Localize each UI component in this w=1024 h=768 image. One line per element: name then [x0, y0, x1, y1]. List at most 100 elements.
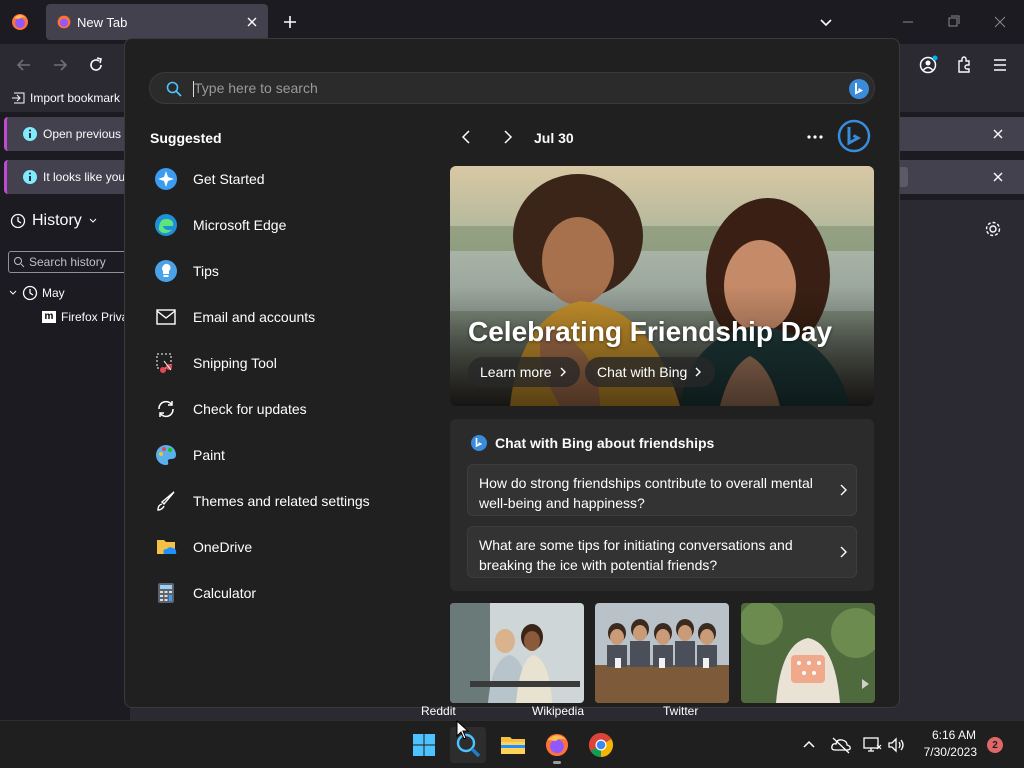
minimize-button[interactable] — [898, 12, 918, 32]
account-icon[interactable] — [918, 55, 938, 75]
start-button[interactable] — [406, 727, 442, 763]
firefox-icon[interactable] — [10, 12, 30, 32]
thumbnail-caption: Reddit — [421, 704, 456, 718]
suggested-item-label: Check for updates — [193, 401, 307, 417]
onedrive-icon — [153, 534, 179, 560]
firefox-taskbar-button[interactable] — [539, 727, 575, 763]
history-sidebar: History Search history May m Firefox Pri… — [0, 200, 130, 720]
suggested-item-label: Snipping Tool — [193, 355, 277, 371]
scroll-right-icon[interactable] — [858, 677, 872, 691]
hamburger-menu-icon[interactable] — [990, 55, 1010, 75]
hero-title: Celebrating Friendship Day — [468, 316, 833, 347]
clock-time[interactable]: 6:16 AM — [920, 728, 976, 742]
snipping-tool-icon — [153, 350, 179, 376]
chevron-up-icon[interactable] — [800, 736, 818, 754]
suggested-item-tips[interactable]: Tips — [153, 252, 413, 290]
chat-with-bing-label: Chat with Bing — [597, 364, 688, 380]
history-group-may[interactable]: May — [8, 285, 65, 301]
question-text: How do strong friendships contribute to … — [479, 475, 813, 511]
suggested-item-themes-and-related-settings[interactable]: Themes and related settings — [153, 482, 413, 520]
more-options-icon[interactable] — [805, 128, 825, 146]
suggested-item-label: Microsoft Edge — [193, 217, 287, 233]
learn-more-button[interactable]: Learn more — [468, 357, 580, 387]
maximize-button[interactable] — [944, 12, 964, 32]
reload-icon[interactable] — [86, 55, 106, 75]
info-icon — [22, 126, 38, 142]
friendship-thumbnail-2[interactable] — [595, 603, 729, 703]
chat-card-title: Chat with Bing about friendships — [495, 435, 715, 451]
suggested-item-paint[interactable]: Paint — [153, 436, 413, 474]
suggested-item-get-started[interactable]: Get Started — [153, 160, 413, 198]
bing-icon[interactable] — [837, 119, 871, 153]
bing-question-1[interactable]: How do strong friendships contribute to … — [467, 464, 857, 516]
history-group-label: May — [42, 286, 65, 300]
volume-icon[interactable] — [886, 735, 906, 755]
friendship-thumbnail-1[interactable] — [450, 603, 584, 703]
suggested-item-snipping-tool[interactable]: Snipping Tool — [153, 344, 413, 382]
bing-icon[interactable] — [848, 78, 870, 100]
network-icon[interactable] — [862, 735, 882, 755]
firefox-tab-icon — [56, 14, 72, 30]
chevron-right-icon — [840, 546, 847, 558]
close-window-button[interactable] — [990, 12, 1010, 32]
forward-icon[interactable] — [50, 55, 70, 75]
suggested-item-check-for-updates[interactable]: Check for updates — [153, 390, 413, 428]
notification-badge[interactable]: 2 — [987, 737, 1003, 753]
brush-icon — [153, 488, 179, 514]
tips-icon — [153, 258, 179, 284]
friendship-thumbnail-3[interactable] — [741, 603, 875, 703]
close-tab-icon[interactable] — [244, 14, 260, 30]
chevron-down-icon — [9, 290, 17, 295]
cloud-offline-icon[interactable] — [830, 735, 852, 755]
clock-icon — [10, 213, 26, 229]
suggested-item-label: OneDrive — [193, 539, 253, 555]
search-input[interactable] — [194, 78, 794, 98]
history-item-label: Firefox Priva — [61, 310, 129, 324]
chevron-left-icon[interactable] — [458, 128, 476, 146]
bing-question-2[interactable]: What are some tips for initiating conver… — [467, 526, 857, 578]
start-search-box[interactable] — [149, 72, 875, 104]
suggested-item-email-and-accounts[interactable]: Email and accounts — [153, 298, 413, 336]
history-search-input[interactable]: Search history — [8, 251, 128, 273]
history-sidebar-header[interactable]: History — [10, 212, 98, 230]
thumbnail-caption: Wikipedia — [532, 704, 585, 718]
import-icon — [12, 92, 25, 104]
close-icon[interactable] — [990, 126, 1006, 142]
suggested-item-microsoft-edge[interactable]: Microsoft Edge — [153, 206, 413, 244]
chrome-taskbar-button[interactable] — [583, 727, 619, 763]
taskbar: 6:16 AM 7/30/2023 2 — [0, 720, 1024, 768]
gear-icon[interactable] — [984, 220, 1002, 238]
get-started-icon — [153, 166, 179, 192]
info-icon — [22, 169, 38, 185]
hero-card[interactable]: Celebrating Friendship Day Learn more Ch… — [450, 166, 874, 406]
tab-new-tab[interactable]: New Tab — [46, 4, 268, 40]
chat-with-bing-button[interactable]: Chat with Bing — [585, 357, 716, 387]
bing-icon — [471, 435, 487, 451]
date-label: Jul 30 — [534, 130, 574, 146]
bing-chat-card: Chat with Bing about friendships How do … — [450, 419, 874, 591]
history-item[interactable]: m Firefox Priva — [42, 310, 128, 324]
chat-card-header: Chat with Bing about friendships — [470, 434, 714, 452]
import-bookmarks-button[interactable]: Import bookmark — [12, 91, 120, 105]
suggested-title: Suggested — [150, 130, 222, 146]
suggested-item-calculator[interactable]: Calculator — [153, 574, 413, 612]
file-explorer-button[interactable] — [495, 727, 531, 763]
extensions-icon[interactable] — [954, 55, 974, 75]
content-bottom — [215, 706, 1024, 720]
mail-icon — [153, 304, 179, 330]
chevron-right-icon[interactable] — [498, 128, 516, 146]
start-menu: Suggested Get Started Microsoft Edge Tip… — [124, 38, 900, 708]
suggested-item-onedrive[interactable]: OneDrive — [153, 528, 413, 566]
suggested-item-label: Tips — [193, 263, 219, 279]
close-icon[interactable] — [990, 169, 1006, 185]
mouse-cursor-icon — [456, 720, 470, 740]
new-tab-button[interactable] — [280, 12, 300, 32]
chrome-icon — [588, 733, 614, 757]
clock-date[interactable]: 7/30/2023 — [910, 745, 977, 759]
back-icon[interactable] — [14, 55, 34, 75]
infobar-right-part — [890, 117, 1024, 151]
suggested-item-label: Email and accounts — [193, 309, 316, 325]
infobar-text: Open previous — [43, 127, 122, 141]
chevron-down-icon[interactable] — [816, 12, 836, 32]
search-icon — [166, 81, 182, 97]
